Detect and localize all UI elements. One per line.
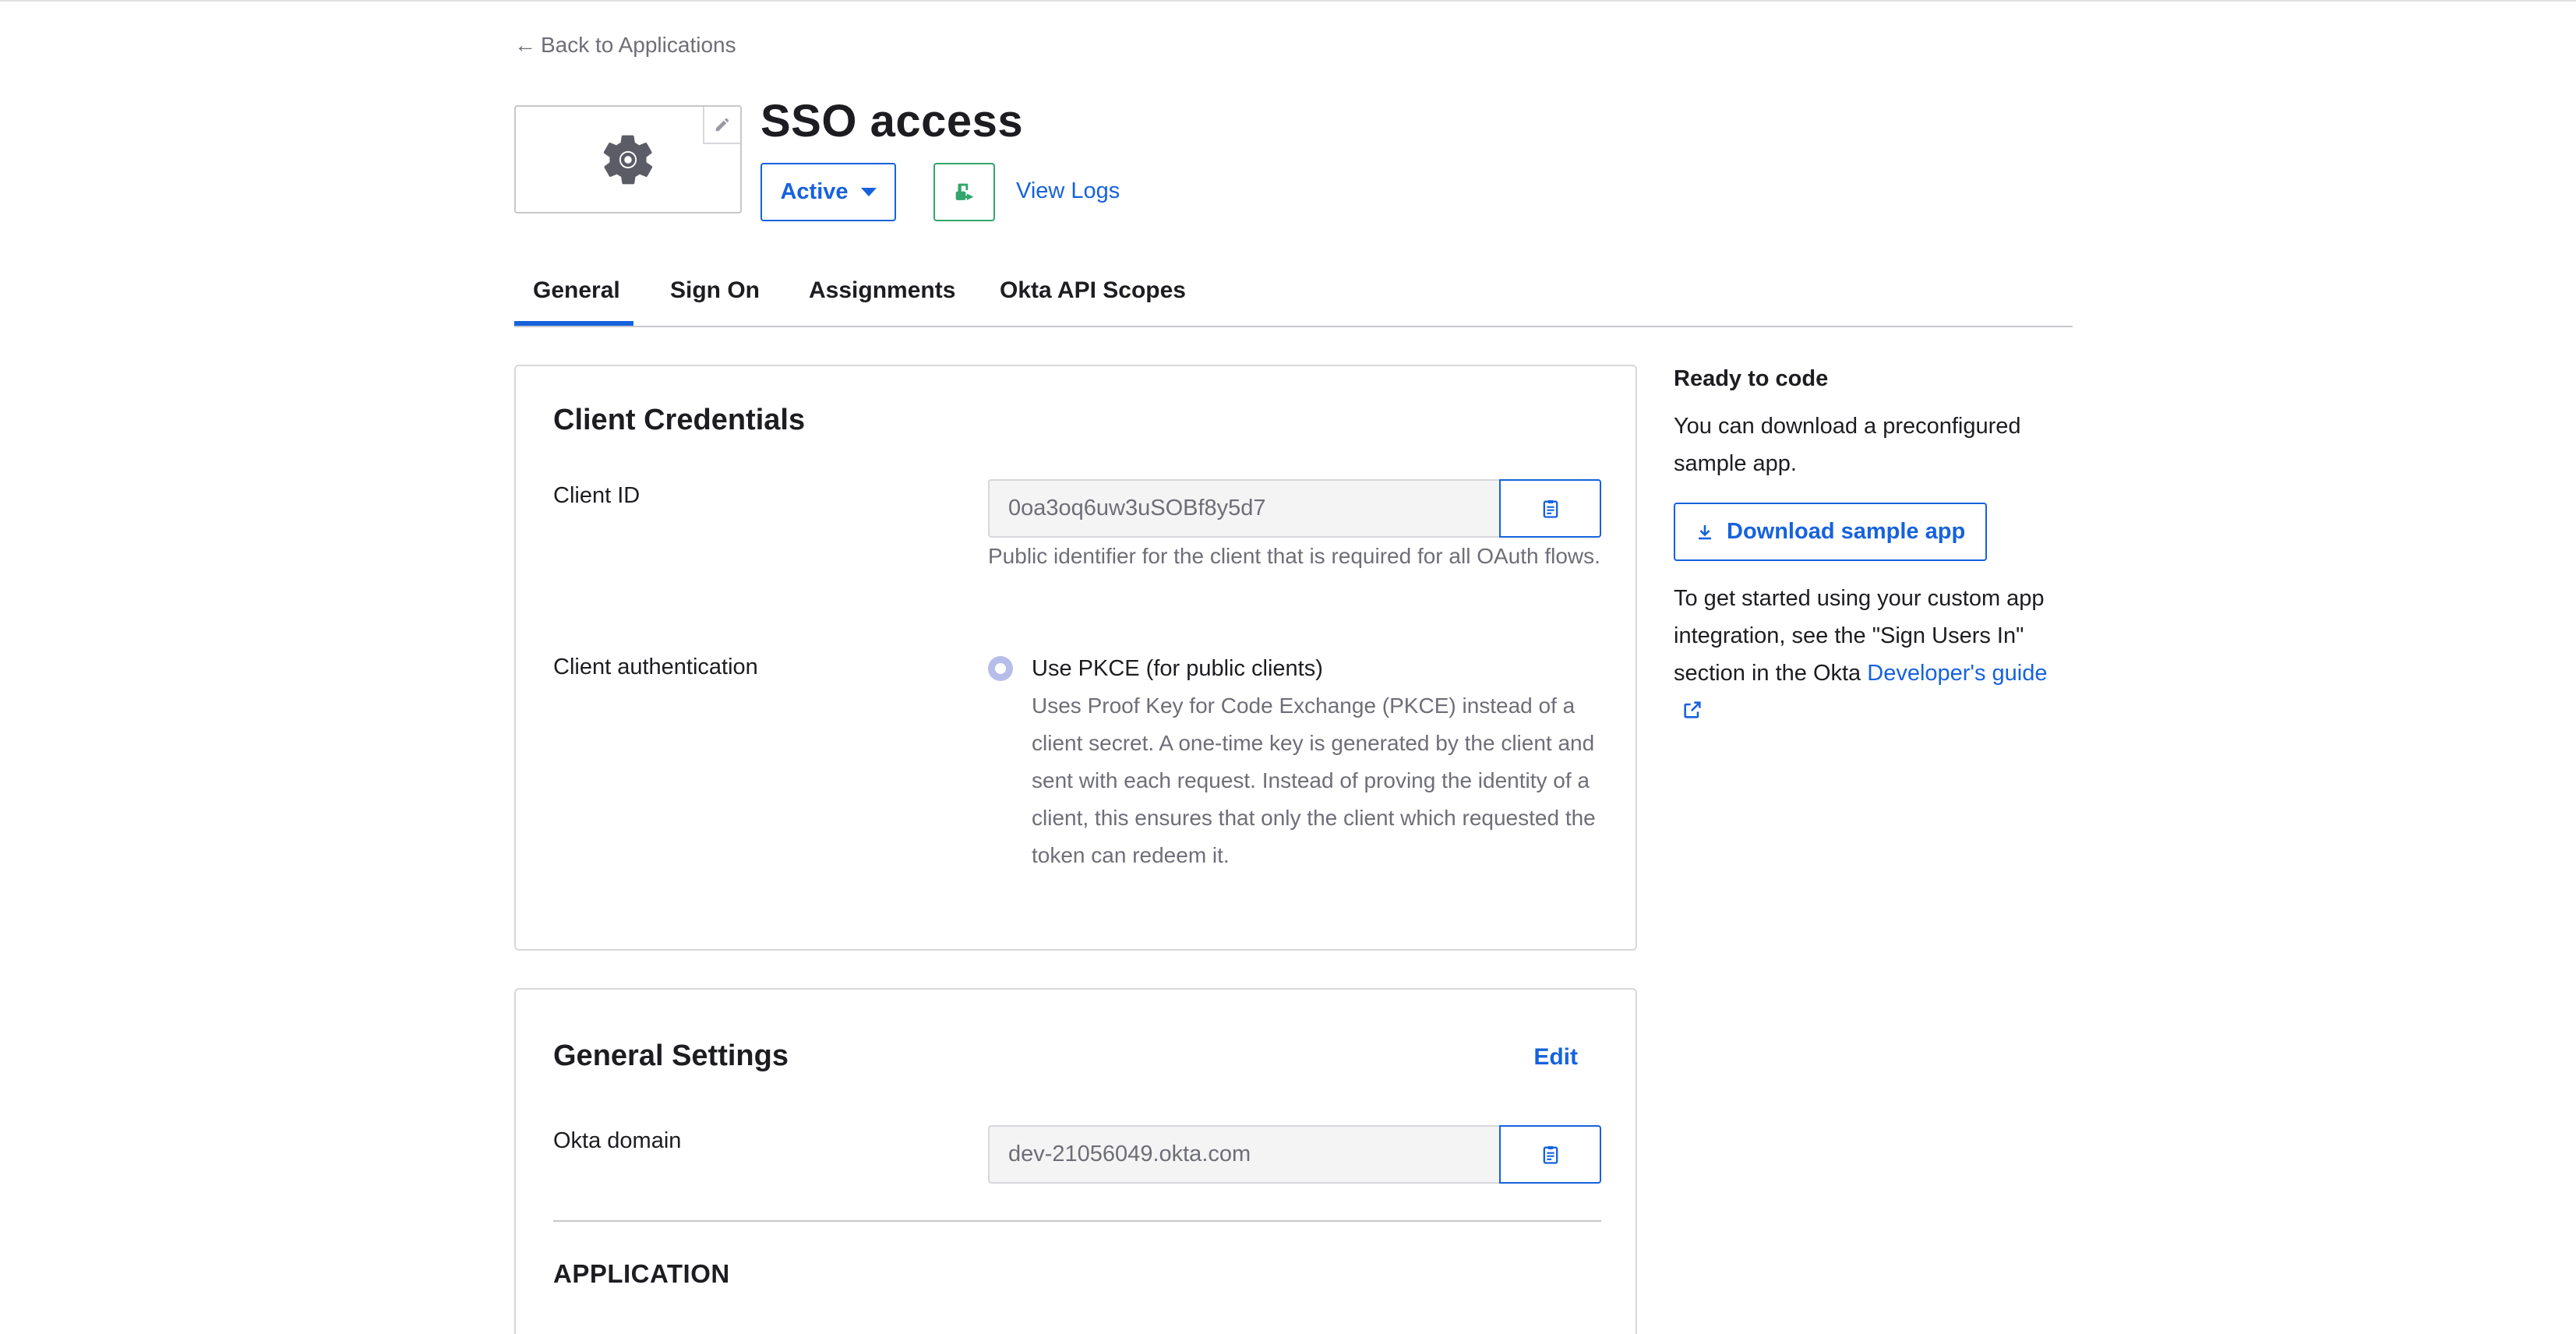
okta-domain-label: Okta domain [553,1128,682,1153]
edit-button[interactable]: Edit [1533,1044,1578,1071]
developer-guide-text: To get started using your custom app int… [1674,580,2071,732]
ready-to-code-title: Ready to code [1674,366,1829,391]
general-settings-card: General Settings Edit Okta domain dev-21… [514,988,1637,1334]
page-title: SSO access [760,96,1024,146]
tab-assignments[interactable]: Assignments [809,277,955,304]
okta-domain-value[interactable]: dev-21056049.okta.com [988,1125,1499,1184]
download-sample-app-label: Download sample app [1727,519,1966,544]
tab-okta-api-scopes[interactable]: Okta API Scopes [1000,277,1186,304]
back-link-label: Back to Applications [541,33,736,57]
radio-selected-dot [995,663,1006,674]
active-tab-indicator [514,321,633,326]
download-sample-app-button[interactable]: Download sample app [1674,503,1988,561]
copy-okta-domain-button[interactable] [1499,1125,1601,1184]
pkce-option[interactable]: Use PKCE (for public clients) Uses Proof… [988,650,1600,874]
tab-general[interactable]: General [533,277,620,304]
arrow-left-icon: ← [514,33,536,57]
top-border [0,0,2576,2]
chevron-down-icon [860,188,877,196]
developers-guide-link[interactable]: Developer's guide [1867,661,2047,686]
general-settings-title: General Settings [553,1039,789,1072]
client-id-field: 0oa3oq6uw3uSOBf8y5d7 [988,479,1601,538]
client-credentials-title: Client Credentials [553,404,806,436]
client-credentials-card: Client Credentials Client ID 0oa3oq6uw3u… [514,365,1637,951]
pkce-option-label: Use PKCE (for public clients) [1032,656,1323,681]
edit-logo-button[interactable] [703,107,740,144]
client-id-label: Client ID [553,483,640,508]
client-id-help: Public identifier for the client that is… [988,544,1600,568]
download-icon [1699,524,1711,539]
status-dropdown[interactable]: Active [760,163,896,221]
clipboard-icon [1543,499,1558,518]
sample-app-intro: You can download a preconfigured sample … [1674,414,2021,476]
okta-domain-field: dev-21056049.okta.com [988,1125,1601,1184]
client-id-value[interactable]: 0oa3oq6uw3uSOBf8y5d7 [988,479,1499,538]
tab-sign-on[interactable]: Sign On [670,277,760,304]
view-logs-link[interactable]: View Logs [1016,178,1120,204]
tab-bar: General Sign On Assignments Okta API Sco… [514,263,2073,327]
ready-to-code-panel: Ready to code You can download a preconf… [1674,365,2071,732]
back-to-applications-link[interactable]: ← Back to Applications [514,33,736,58]
client-auth-label: Client authentication [553,655,758,679]
push-groups-button[interactable] [933,163,995,221]
clipboard-icon [1543,1145,1558,1164]
pkce-option-description: Uses Proof Key for Code Exchange (PKCE) … [1032,693,1596,867]
status-label: Active [780,179,849,204]
pencil-icon [715,118,729,132]
section-divider [553,1220,1601,1222]
application-section-heading: APPLICATION [553,1259,730,1288]
pkce-radio[interactable] [988,656,1013,681]
external-link-icon[interactable] [1681,699,1703,721]
push-icon [955,183,973,200]
app-logo [514,105,742,214]
gear-icon [603,135,653,184]
copy-client-id-button[interactable] [1499,479,1601,538]
